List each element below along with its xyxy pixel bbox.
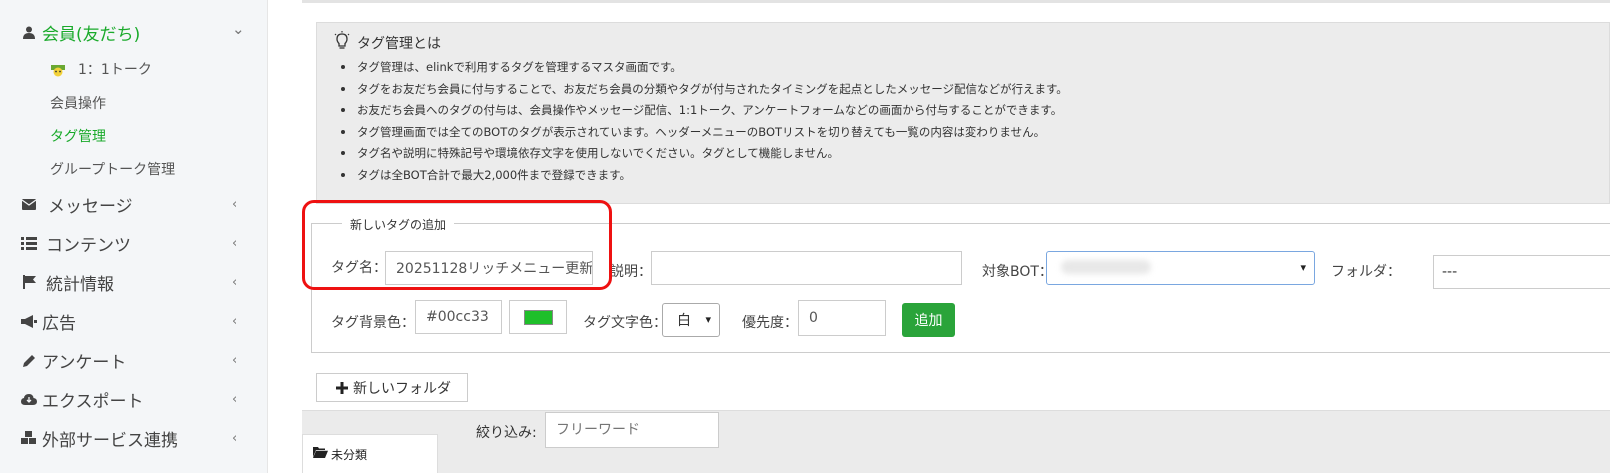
sidebar-item-label: 広告 xyxy=(42,313,76,334)
new-folder-label: 新しいフォルダ xyxy=(353,380,451,397)
text-color-value: 白 xyxy=(677,313,691,329)
info-bullet: お友だち会員へのタグの付与は、会員操作やメッセージ配信、1:1トーク、アンケート… xyxy=(340,103,1063,117)
bg-color-input[interactable]: #00cc33 xyxy=(415,300,502,334)
top-divider xyxy=(302,0,1610,3)
filter-label: 絞り込み: xyxy=(476,425,537,441)
sidebar-item-label: アンケート xyxy=(42,352,127,373)
user-icon xyxy=(20,23,38,41)
lightbulb-icon xyxy=(333,31,351,51)
info-bullet: タグをお友だち会員に付与することで、お友だち会員の分類やタグが付与されたタイミン… xyxy=(341,82,1068,96)
sidebar-item-statistics[interactable]: 統計情報 ‹ xyxy=(0,264,268,300)
plus-icon xyxy=(335,381,349,395)
folder-open-icon xyxy=(313,446,328,458)
sidebar-item-messages[interactable]: メッセージ ‹ xyxy=(0,186,268,222)
chevron-left-icon: ‹ xyxy=(232,274,238,290)
sidebar: 会員(友だち) ⌄ 1：1トーク 会員操作 タグ管理 グループトーク管理 メッセ… xyxy=(0,0,268,473)
folder-tab-label: 未分類 xyxy=(331,448,368,462)
add-button[interactable]: 追加 xyxy=(902,303,955,337)
info-bullet: タグ管理画面では全てのBOTのタグが表示されています。ヘッダーメニューのBOTリ… xyxy=(340,125,1046,139)
info-bullet: タグ管理は、elinkで利用するタグを管理するマスタ画面です。 xyxy=(341,60,682,74)
chevron-left-icon: ‹ xyxy=(232,235,238,251)
sidebar-item-label: 会員(友だち) xyxy=(42,24,141,45)
text-color-select[interactable]: 白 ▾ xyxy=(662,303,720,337)
chevron-down-icon: ▾ xyxy=(705,313,711,326)
chevron-left-icon: ‹ xyxy=(232,391,238,407)
sidebar-subitem-one-on-one[interactable]: 1：1トーク xyxy=(50,59,152,79)
sidebar-item-label: エクスポート xyxy=(42,391,144,412)
cloud-download-icon xyxy=(20,390,38,408)
new-folder-button[interactable]: 新しいフォルダ xyxy=(316,373,468,402)
info-title: タグ管理とは xyxy=(357,36,441,52)
sidebar-subitem-label: タグ管理 xyxy=(50,129,106,145)
text-color-label: タグ文字色： xyxy=(583,315,667,331)
folder-tab-unclassified[interactable]: 未分類 xyxy=(302,434,438,473)
description-input[interactable] xyxy=(651,251,962,285)
color-picker[interactable] xyxy=(509,300,567,334)
sidebar-item-label: メッセージ xyxy=(48,196,133,217)
chevron-left-icon: ‹ xyxy=(232,352,238,368)
blurred-bot-name xyxy=(1061,260,1151,274)
highlight-annotation xyxy=(302,200,612,290)
sidebar-subitem-tag-management[interactable]: タグ管理 xyxy=(50,126,106,146)
chevron-left-icon: ‹ xyxy=(232,430,238,446)
tag-list-area: 絞り込み: xyxy=(302,410,1610,473)
target-bot-label: 対象BOT： xyxy=(982,264,1053,280)
chevron-down-icon: ⌄ xyxy=(232,20,245,38)
envelope-icon xyxy=(20,195,38,213)
pencil-icon xyxy=(20,351,38,369)
bg-color-label: タグ背景色： xyxy=(331,315,415,331)
priority-label: 優先度： xyxy=(742,315,798,331)
sidebar-subitem-group-talk[interactable]: グループトーク管理 xyxy=(50,159,175,179)
sidebar-item-ads[interactable]: 広告 ‹ xyxy=(0,303,268,339)
sidebar-item-export[interactable]: エクスポート ‹ xyxy=(0,381,268,417)
sidebar-subitem-label: 1：1トーク xyxy=(78,62,152,78)
target-bot-select[interactable]: ▾ xyxy=(1046,251,1315,285)
sidebar-item-members[interactable]: 会員(友だち) ⌄ xyxy=(0,14,268,50)
info-panel: タグ管理とは タグ管理は、elinkで利用するタグを管理するマスタ画面です。 タ… xyxy=(316,22,1610,204)
megaphone-icon xyxy=(20,312,38,330)
folder-value: --- xyxy=(1442,264,1458,280)
color-swatch xyxy=(523,309,553,325)
sidebar-item-contents[interactable]: コンテンツ ‹ xyxy=(0,225,268,261)
bot-face-icon xyxy=(50,63,66,77)
sidebar-subitem-label: 会員操作 xyxy=(50,96,106,112)
folder-select[interactable]: --- xyxy=(1433,255,1610,289)
sidebar-item-external-services[interactable]: 外部サービス連携 ‹ xyxy=(0,420,268,456)
info-bullet: タグ名や説明に特殊記号や環境依存文字を使用しないでください。タグとして機能しませ… xyxy=(341,146,839,160)
sidebar-item-label: コンテンツ xyxy=(46,235,131,256)
priority-input[interactable]: 0 xyxy=(798,300,886,336)
description-label: 説明： xyxy=(610,264,652,280)
sidebar-item-label: 統計情報 xyxy=(46,274,114,295)
sidebar-subitem-label: グループトーク管理 xyxy=(50,162,176,178)
chevron-left-icon: ‹ xyxy=(232,196,238,212)
info-bullet: タグは全BOT合計で最大2,000件まで登録できます。 xyxy=(340,168,632,182)
chevron-down-icon: ▾ xyxy=(1300,261,1306,274)
filter-input[interactable] xyxy=(545,412,719,448)
list-icon xyxy=(20,234,38,252)
chevron-left-icon: ‹ xyxy=(232,313,238,329)
sidebar-item-label: 外部サービス連携 xyxy=(42,430,178,451)
sidebar-item-survey[interactable]: アンケート ‹ xyxy=(0,342,268,378)
flag-icon xyxy=(20,273,38,291)
sidebar-subitem-member-ops[interactable]: 会員操作 xyxy=(50,93,106,113)
folder-label: フォルダ： xyxy=(1331,264,1401,280)
cubes-icon xyxy=(20,429,38,447)
